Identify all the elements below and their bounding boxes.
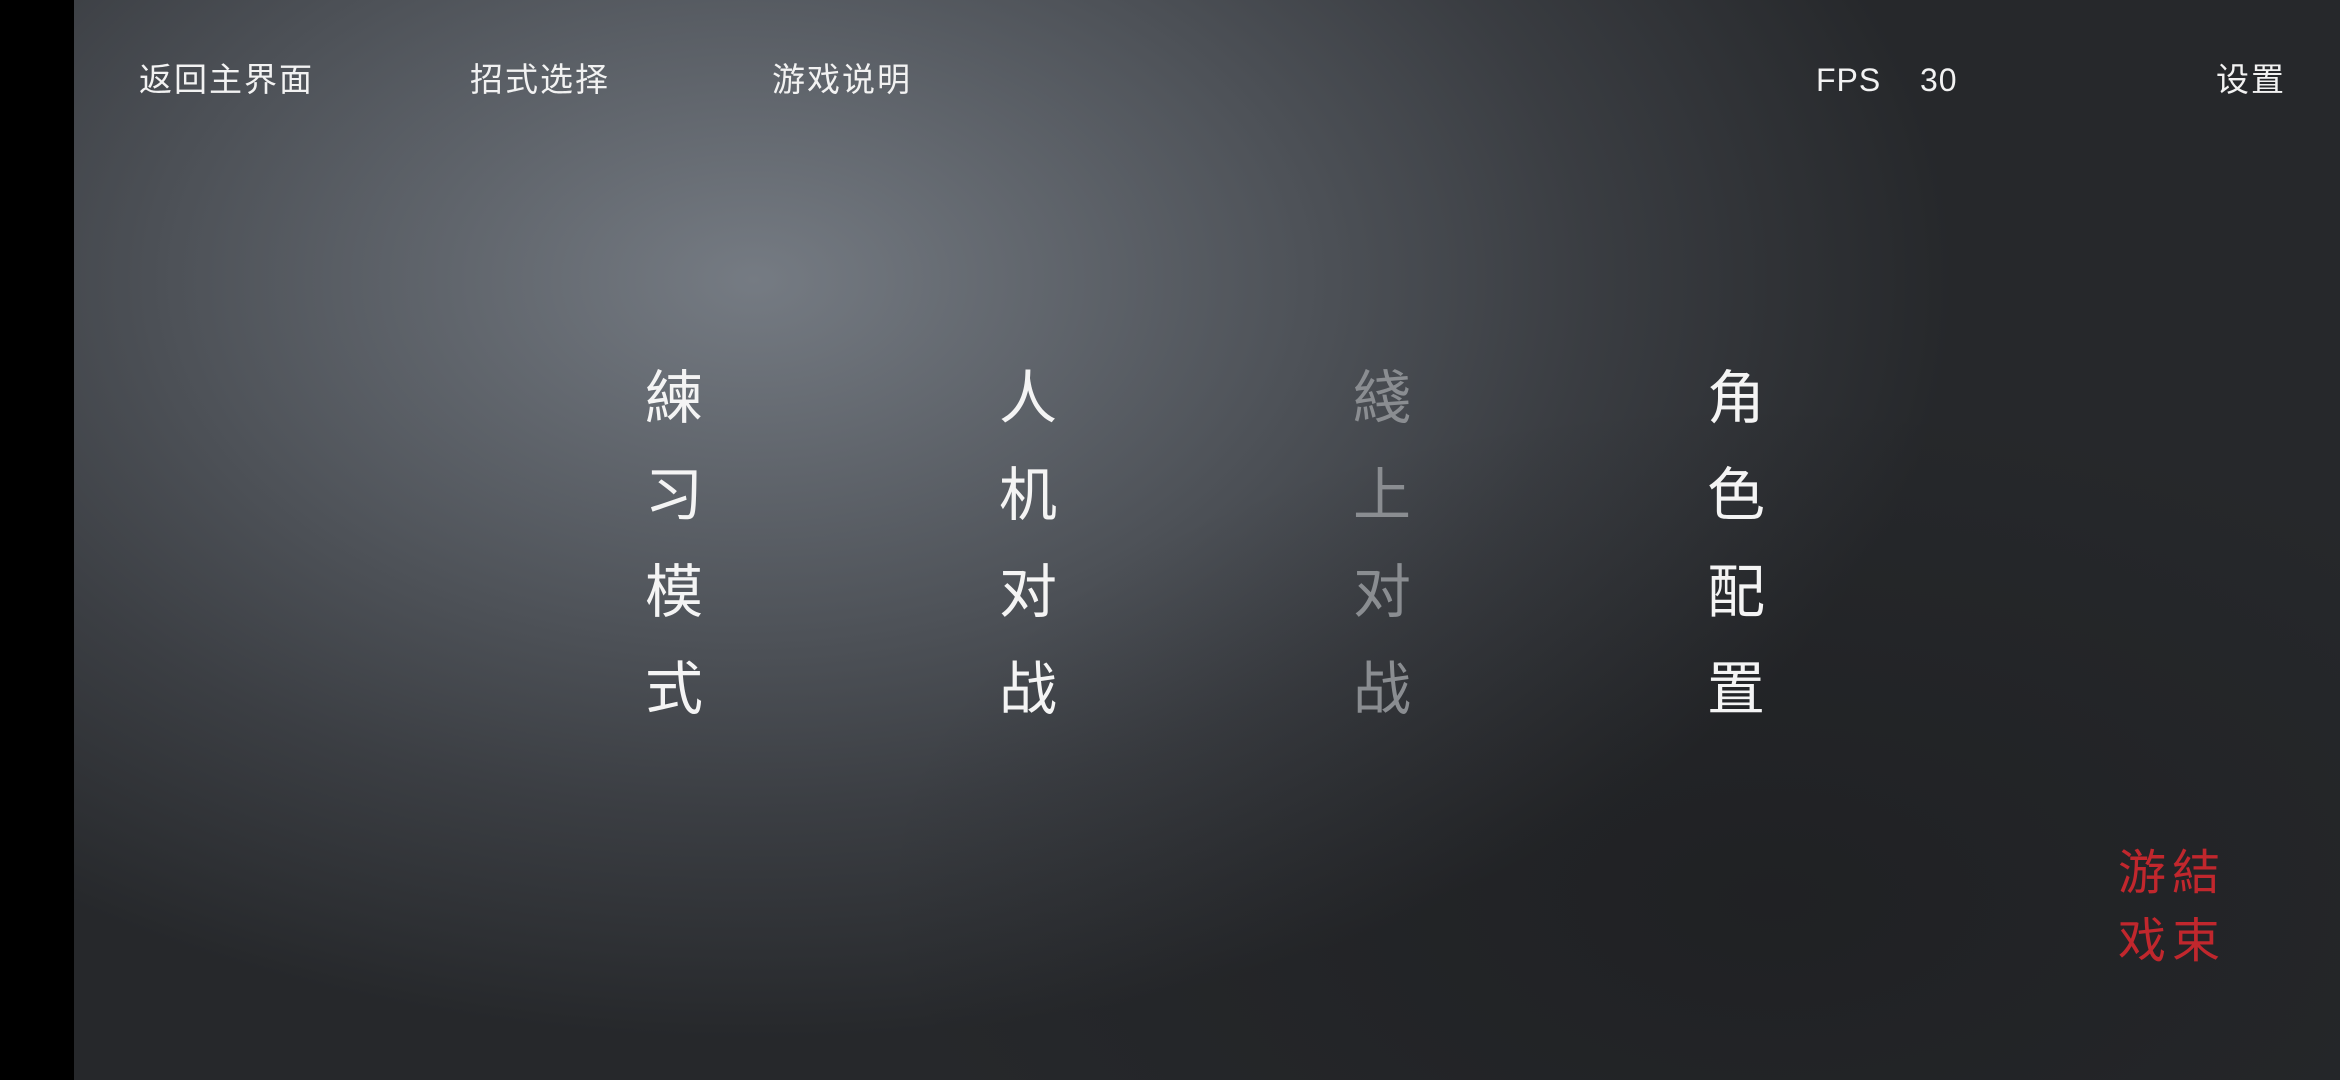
vs-ai-mode-char: 机 <box>998 461 1057 529</box>
game-screen: 返回主界面 招式选择 游戏说明 FPS 30 设置 練 习 模 式 人 机 对 … <box>0 0 2340 1080</box>
move-select-button[interactable]: 招式选择 <box>470 60 610 100</box>
character-config-char: 色 <box>1706 461 1765 529</box>
settings-button[interactable]: 设置 <box>2216 60 2286 100</box>
practice-mode-char: 习 <box>644 461 703 529</box>
vs-ai-mode-char: 人 <box>998 364 1057 432</box>
online-battle-mode-button[interactable]: 綫 上 对 战 <box>1342 350 1422 730</box>
character-config-button[interactable]: 角 色 配 置 <box>1696 350 1776 730</box>
quit-char: 束 <box>2172 913 2221 969</box>
quit-char: 戏 <box>2118 913 2167 969</box>
online-mode-char: 对 <box>1352 558 1411 626</box>
online-mode-char: 綫 <box>1352 364 1411 432</box>
vs-ai-mode-button[interactable]: 人 机 对 战 <box>988 350 1068 730</box>
menu-background <box>74 0 2340 1080</box>
online-mode-char: 战 <box>1352 655 1411 723</box>
quit-char: 游 <box>2118 845 2167 901</box>
character-config-char: 配 <box>1706 558 1765 626</box>
back-to-main-button[interactable]: 返回主界面 <box>139 60 314 100</box>
fps-label: FPS <box>1816 62 1882 98</box>
practice-mode-char: 練 <box>644 364 703 432</box>
quit-char: 結 <box>2172 845 2221 901</box>
quit-game-button[interactable]: 游 結 戏 束 <box>2118 845 2226 975</box>
practice-mode-char: 模 <box>644 558 703 626</box>
vs-ai-mode-char: 战 <box>998 655 1057 723</box>
left-black-bar <box>0 0 74 1080</box>
vs-ai-mode-char: 对 <box>998 558 1057 626</box>
practice-mode-char: 式 <box>644 655 703 723</box>
online-mode-char: 上 <box>1352 461 1411 529</box>
practice-mode-button[interactable]: 練 习 模 式 <box>634 350 714 730</box>
game-guide-button[interactable]: 游戏说明 <box>772 60 912 100</box>
character-config-char: 置 <box>1706 655 1765 723</box>
character-config-char: 角 <box>1706 364 1765 432</box>
fps-value: 30 <box>1920 62 1958 98</box>
